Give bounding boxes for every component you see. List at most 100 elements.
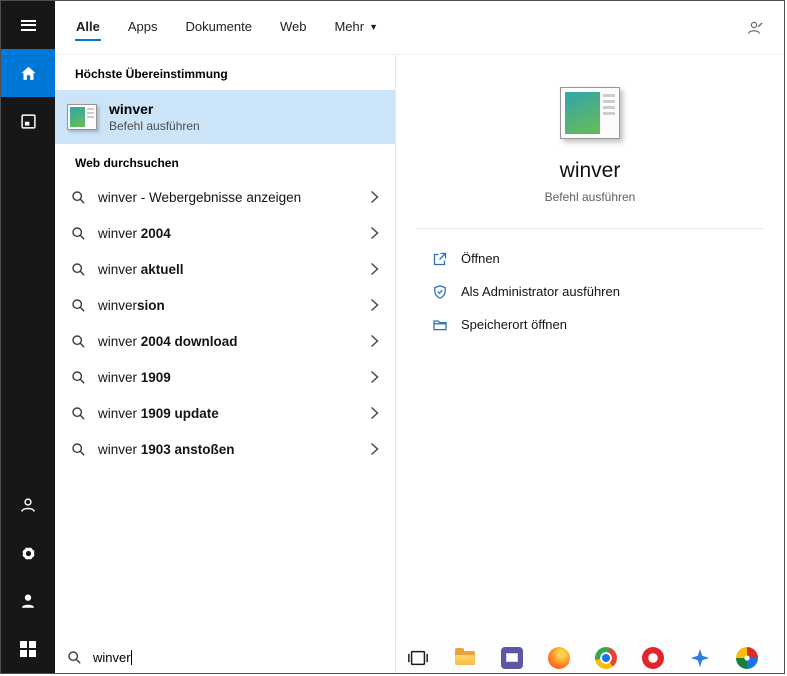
search-icon: [71, 442, 86, 457]
teams-icon[interactable]: [688, 646, 712, 670]
menu-button[interactable]: [1, 1, 55, 49]
main-area: Alle Apps Dokumente Web Mehr ▼: [55, 1, 784, 673]
windows-search-flyout: Alle Apps Dokumente Web Mehr ▼: [0, 0, 785, 674]
action-open[interactable]: Öffnen: [432, 242, 784, 275]
taskbar: [396, 642, 784, 673]
hamburger-icon: [21, 17, 36, 33]
search-suggestion[interactable]: winver 2004: [55, 215, 395, 251]
suggestion-text: winver 2004: [98, 226, 358, 241]
action-open-file-location[interactable]: Speicherort öffnen: [432, 308, 784, 341]
search-icon: [71, 262, 86, 277]
colorful-app-icon[interactable]: [735, 646, 759, 670]
firefox-icon[interactable]: [547, 646, 571, 670]
app-window-icon: [20, 113, 37, 130]
best-match-result[interactable]: winver Befehl ausführen: [55, 90, 395, 144]
search-icon: [71, 226, 86, 241]
tab-mehr[interactable]: Mehr ▼: [333, 14, 379, 41]
chrome-icon[interactable]: [594, 646, 618, 670]
account-button[interactable]: [1, 481, 55, 529]
action-run-as-admin[interactable]: Als Administrator ausführen: [432, 275, 784, 308]
right-column: winver Befehl ausführen Öffnen: [396, 55, 784, 673]
divider: [416, 228, 764, 229]
content-area: Höchste Übereinstimmung winver Befehl au…: [55, 55, 784, 673]
search-suggestion[interactable]: winver aktuell: [55, 251, 395, 287]
chevron-right-icon[interactable]: [370, 334, 379, 348]
chevron-right-icon[interactable]: [370, 190, 379, 204]
file-explorer-icon[interactable]: [453, 646, 477, 670]
best-match-text: winver Befehl ausführen: [109, 101, 200, 133]
purple-app-icon[interactable]: [500, 646, 524, 670]
chevron-right-icon[interactable]: [370, 406, 379, 420]
start-button[interactable]: [1, 625, 55, 673]
feedback-user-icon[interactable]: [746, 19, 764, 37]
profile-icon: [19, 592, 37, 610]
result-title: winver: [109, 101, 200, 117]
action-label: Speicherort öffnen: [461, 317, 567, 332]
search-icon: [71, 298, 86, 313]
search-icon: [71, 190, 86, 205]
tab-dokumente[interactable]: Dokumente: [184, 14, 252, 41]
home-icon: [20, 65, 37, 82]
preview-panel: winver Befehl ausführen Öffnen: [396, 55, 784, 642]
winver-app-icon: [67, 104, 97, 130]
search-suggestion[interactable]: winver 1909 update: [55, 395, 395, 431]
tab-alle[interactable]: Alle: [75, 14, 101, 41]
folder-location-icon: [432, 317, 448, 333]
profile-button[interactable]: [1, 577, 55, 625]
search-suggestion[interactable]: winver 1903 anstoßen: [55, 431, 395, 467]
windows-start-icon: [20, 641, 36, 657]
open-icon: [432, 251, 448, 267]
suggestion-text: winver 1903 anstoßen: [98, 442, 358, 457]
preview-title: winver: [560, 159, 621, 183]
results-panel: Höchste Übereinstimmung winver Befehl au…: [55, 55, 396, 673]
suggestion-text: winversion: [98, 298, 358, 313]
chevron-right-icon[interactable]: [370, 226, 379, 240]
search-suggestion[interactable]: winversion: [55, 287, 395, 323]
suggestion-text: winver - Webergebnisse anzeigen: [98, 190, 358, 205]
tab-label: Dokumente: [185, 19, 251, 34]
chevron-right-icon[interactable]: [370, 370, 379, 384]
sidebar-bottom-group: [1, 481, 55, 673]
chevron-right-icon[interactable]: [370, 298, 379, 312]
task-view-icon[interactable]: [406, 646, 430, 670]
chevron-down-icon: ▼: [369, 22, 378, 32]
search-suggestion[interactable]: winver 2004 download: [55, 323, 395, 359]
suggestion-text: winver 1909 update: [98, 406, 358, 421]
search-icon: [71, 370, 86, 385]
home-button[interactable]: [1, 49, 55, 97]
search-suggestion[interactable]: winver - Webergebnisse anzeigen: [55, 179, 395, 215]
winver-app-icon-large: [560, 87, 620, 139]
text-caret: [131, 650, 132, 665]
search-suggestion[interactable]: winver 1909: [55, 359, 395, 395]
action-list: Öffnen Als Administrator ausführen: [396, 242, 784, 341]
best-match-header: Höchste Übereinstimmung: [55, 55, 395, 90]
tab-apps[interactable]: Apps: [127, 14, 159, 41]
search-icon: [71, 334, 86, 349]
search-input[interactable]: winver: [93, 650, 132, 665]
sidebar: [1, 1, 55, 673]
search-box[interactable]: winver: [55, 642, 395, 673]
chevron-right-icon[interactable]: [370, 442, 379, 456]
app-window-button[interactable]: [1, 97, 55, 145]
suggestion-text: winver aktuell: [98, 262, 358, 277]
search-input-value: winver: [93, 650, 131, 665]
action-label: Öffnen: [461, 251, 500, 266]
tab-label: Alle: [76, 19, 100, 34]
admin-shield-icon: [432, 284, 448, 300]
tab-label: Web: [280, 19, 307, 34]
tab-label: Apps: [128, 19, 158, 34]
action-label: Als Administrator ausführen: [461, 284, 620, 299]
tab-label: Mehr: [334, 19, 364, 34]
settings-gear-icon: [19, 544, 38, 563]
suggestion-text: winver 1909: [98, 370, 358, 385]
tab-web[interactable]: Web: [279, 14, 308, 41]
results-list: Höchste Übereinstimmung winver Befehl au…: [55, 55, 395, 642]
preview-subtitle: Befehl ausführen: [545, 190, 636, 204]
chevron-right-icon[interactable]: [370, 262, 379, 276]
settings-button[interactable]: [1, 529, 55, 577]
search-icon: [71, 406, 86, 421]
sidebar-top-group: [1, 1, 55, 145]
account-icon: [19, 496, 37, 514]
tab-bar: Alle Apps Dokumente Web Mehr ▼: [55, 1, 784, 55]
red-app-icon[interactable]: [641, 646, 665, 670]
